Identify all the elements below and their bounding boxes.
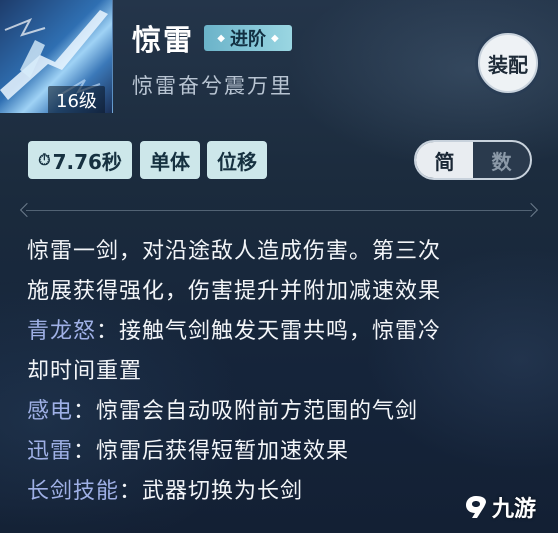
toggle-numeric[interactable]: 数 — [473, 142, 530, 178]
skill-description: 惊雷一剑，对沿途敌人造成伤害。第三次 施展获得强化，伤害提升并附加减速效果 青龙… — [27, 232, 532, 512]
effect-line: 感电：惊雷会自动吸附前方范围的气剑 — [27, 392, 532, 432]
advance-label: 进阶 — [230, 29, 266, 50]
effect-text: ：惊雷会自动吸附前方范围的气剑 — [73, 399, 419, 424]
equip-button[interactable]: 装配 — [478, 33, 538, 93]
skill-subtitle: 惊雷奋兮震万里 — [132, 74, 293, 98]
target-tag: 单体 — [140, 141, 200, 179]
effect-text: ：惊雷后获得短暂加速效果 — [73, 439, 350, 464]
divider — [26, 210, 532, 211]
movement-tag: 位移 — [207, 141, 267, 179]
effect-name: 青龙怒 — [27, 319, 97, 344]
clock-icon: ⏱ — [38, 150, 51, 169]
skill-title: 惊雷 — [132, 23, 195, 57]
skill-level: 16级 — [48, 86, 105, 113]
toggle-simple[interactable]: 简 — [416, 142, 473, 178]
description-line: 施展获得强化，伤害提升并附加减速效果 — [27, 279, 442, 304]
effect-text: ：接触气剑触发天雷共鸣，惊雷冷 — [96, 319, 442, 344]
effect-name: 长剑技能 — [27, 479, 120, 504]
detail-mode-toggle[interactable]: 简 数 — [414, 140, 532, 180]
effect-line: 迅雷：惊雷后获得短暂加速效果 — [27, 432, 532, 472]
watermark-text: 九游 — [492, 497, 537, 522]
cooldown-value: 7.76秒 — [52, 149, 122, 174]
effect-name: 感电 — [27, 399, 74, 424]
effect-text: ：武器切换为长剑 — [119, 479, 304, 504]
diamond-icon: ◆ — [271, 32, 279, 44]
diamond-icon: ◆ — [217, 32, 225, 44]
description-line: 惊雷一剑，对沿途敌人造成伤害。第三次 — [27, 239, 442, 264]
effect-line: 青龙怒：接触气剑触发天雷共鸣，惊雷冷 — [27, 312, 532, 352]
skill-icon[interactable]: 16级 — [0, 0, 113, 113]
effect-line: 却时间重置 — [27, 359, 143, 384]
cooldown-tag: ⏱ 7.76秒 — [28, 141, 132, 179]
advance-tag[interactable]: ◆ 进阶 ◆ — [204, 25, 292, 51]
9game-logo-icon — [466, 496, 486, 518]
watermark: 九游 — [462, 491, 536, 523]
effect-name: 迅雷 — [27, 439, 74, 464]
